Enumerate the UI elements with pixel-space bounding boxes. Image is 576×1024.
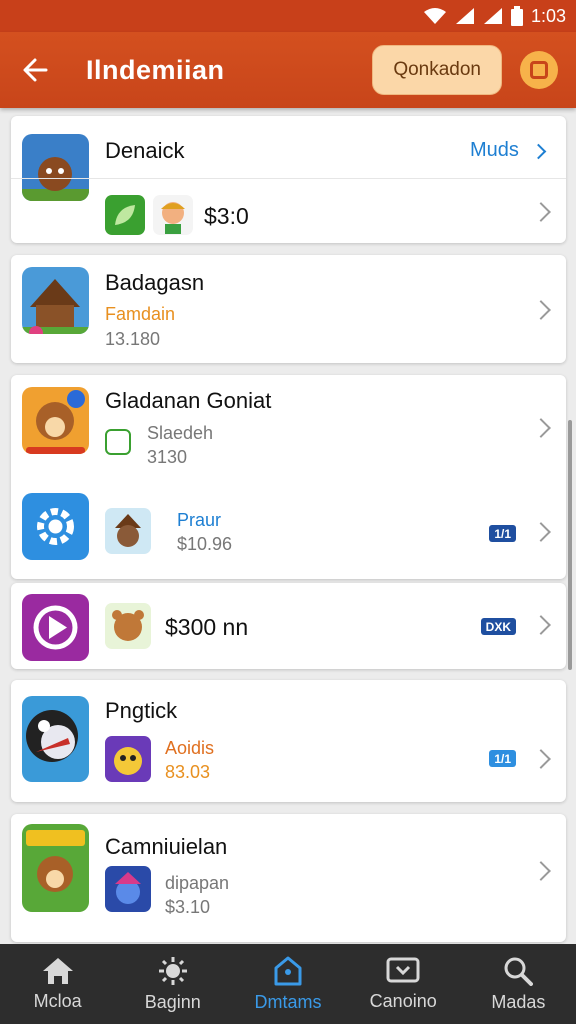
game-list: Denaick Muds $3:0 Badagasn Famdain 13.18… — [0, 108, 576, 944]
list-item[interactable]: $300 nn DXK — [11, 583, 566, 669]
app-badge-icon — [105, 429, 131, 455]
nav-label: Madas — [491, 991, 546, 1012]
leaf-app-icon — [105, 195, 145, 235]
game-price: 3130 — [147, 447, 188, 467]
nav-label: Baginn — [144, 991, 201, 1012]
status-badge: DXK — [480, 618, 516, 635]
chevron-right-icon[interactable] — [531, 615, 551, 635]
chevron-right-icon[interactable] — [531, 522, 551, 542]
price: $3:0 — [204, 203, 249, 229]
list-card: $300 nn DXK — [11, 583, 566, 669]
list-card: Badagasn Famdain 13.180 — [11, 255, 566, 363]
game-thumbnail — [22, 267, 89, 334]
nav-item-home[interactable]: Mcloa — [0, 944, 115, 1024]
price: $300 nn — [165, 614, 249, 640]
more-link[interactable]: Muds — [470, 139, 519, 162]
character-app-icon — [105, 736, 151, 782]
game-thumbnail — [22, 387, 89, 454]
wifi-icon — [423, 8, 446, 24]
bottom-nav: Mcloa Baginn Dmtams Canoino Madas — [0, 944, 576, 1024]
game-price: $3.10 — [165, 897, 211, 917]
game-title: Badagasn — [105, 270, 205, 295]
nav-label: Canoino — [369, 990, 437, 1011]
play-app-icon — [22, 594, 89, 661]
profile-button[interactable] — [520, 51, 558, 89]
chevron-right-icon — [530, 143, 547, 160]
list-item[interactable]: Praur $10.96 1/1 — [11, 479, 566, 579]
bookmark-house-icon — [274, 956, 302, 985]
list-item[interactable]: Denaick Muds — [11, 116, 566, 201]
list-card: Gladanan Goniat Slaedeh 3130 Praur $10.9… — [11, 375, 566, 579]
game-price: $10.96 — [177, 534, 233, 554]
nav-item-canoino[interactable]: Canoino — [346, 944, 461, 1024]
header-action-button[interactable]: Qonkadon — [372, 45, 502, 95]
signal-icon-2 — [483, 8, 502, 24]
game-price: 83.03 — [165, 762, 211, 782]
game-tag: dipapan — [165, 873, 230, 893]
list-item[interactable]: Badagasn Famdain 13.180 — [11, 255, 566, 363]
game-thumbnail — [22, 696, 89, 782]
game-price: 13.180 — [105, 329, 161, 349]
square-icon — [530, 61, 548, 79]
arrow-left-icon — [23, 58, 48, 82]
list-item[interactable]: $3:0 — [11, 178, 566, 243]
chevron-right-icon[interactable] — [531, 300, 551, 320]
nav-item-dmtams[interactable]: Dmtams — [230, 944, 345, 1024]
game-thumbnail — [22, 824, 89, 912]
character-app-icon — [153, 195, 193, 235]
game-title: Denaick — [105, 138, 185, 163]
settings-app-icon — [22, 493, 89, 560]
back-button[interactable] — [0, 32, 70, 108]
game-subtitle: Praur — [177, 510, 222, 530]
character-app-icon — [105, 866, 151, 912]
chevron-right-icon[interactable] — [531, 861, 551, 881]
chevron-right-icon[interactable] — [531, 749, 551, 769]
list-card: Pngtick Aoidis 83.03 1/1 — [11, 680, 566, 802]
game-tag: Famdain — [105, 304, 176, 324]
scrollbar[interactable] — [568, 420, 572, 670]
status-badge: 1/1 — [489, 525, 516, 542]
list-item[interactable]: Pngtick Aoidis 83.03 1/1 — [11, 680, 566, 802]
character-app-icon — [105, 508, 151, 554]
game-title: Gladanan Goniat — [105, 388, 272, 413]
nav-label: Dmtams — [254, 991, 322, 1012]
chevron-right-icon[interactable] — [531, 202, 551, 222]
chevron-right-icon[interactable] — [531, 418, 551, 438]
page-title: Ilndemiian — [86, 54, 225, 85]
game-title: Camniuielan — [105, 834, 228, 859]
nav-item-madas[interactable]: Madas — [461, 944, 576, 1024]
status-bar: 1:03 — [0, 0, 576, 32]
nav-label: Mcloa — [33, 990, 82, 1011]
tv-icon — [386, 957, 420, 982]
character-app-icon — [105, 603, 151, 649]
status-time: 1:03 — [530, 5, 566, 26]
home-icon — [42, 957, 73, 984]
search-icon — [504, 957, 534, 986]
list-item[interactable]: Gladanan Goniat Slaedeh 3130 — [11, 375, 566, 479]
sun-icon — [158, 956, 187, 985]
signal-icon — [455, 8, 474, 24]
game-title: Pngtick — [105, 698, 178, 723]
list-card: Camniuielan dipapan $3.10 — [11, 814, 566, 942]
game-tag: Aoidis — [165, 738, 215, 758]
list-item[interactable]: Camniuielan dipapan $3.10 — [11, 814, 566, 942]
battery-icon — [510, 6, 523, 26]
nav-item-begin[interactable]: Baginn — [115, 944, 230, 1024]
app-bar: Ilndemiian Qonkadon — [0, 32, 576, 108]
game-tag: Slaedeh — [147, 423, 214, 443]
list-card: Denaick Muds $3:0 — [11, 116, 566, 243]
status-badge: 1/1 — [489, 750, 516, 767]
